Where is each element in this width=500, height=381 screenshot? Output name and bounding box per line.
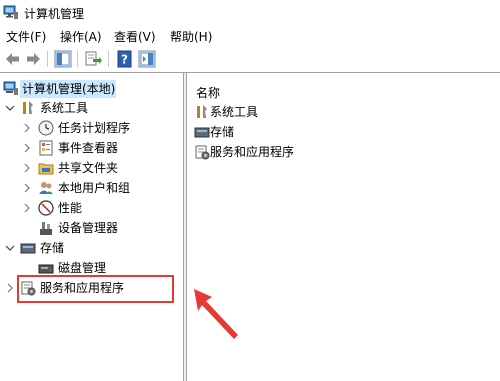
computer-management-icon [3,5,18,19]
users-icon [39,182,53,194]
system-tools-icon [23,101,33,114]
chevron-right-icon[interactable] [22,183,32,193]
annotation-arrow [194,289,238,339]
clock-icon [38,120,54,136]
chevron-right-icon[interactable] [22,143,32,153]
tree-item-disk-management[interactable]: 磁盘管理 [58,260,106,276]
tree-item-task-scheduler[interactable]: 任务计划程序 [58,120,130,136]
computer-management-icon [3,81,18,95]
highlight-box [17,275,174,303]
back-arrow-icon[interactable] [4,50,22,68]
chevron-right-icon[interactable] [22,203,32,213]
menu-view[interactable]: 查看(V) [114,28,156,45]
window-title: 计算机管理 [24,7,85,21]
services-applications-icon [195,145,210,160]
svg-text:?: ? [121,53,128,67]
toolbar-separator [77,51,78,67]
disk-management-icon [38,264,54,274]
export-list-icon[interactable] [84,50,102,68]
storage-icon [20,243,36,254]
chevron-down-icon[interactable] [5,243,15,253]
tree-item-performance[interactable]: 性能 [58,200,82,216]
chevron-right-icon[interactable] [5,283,15,293]
title-bar: 计算机管理 [0,0,500,24]
storage-icon [194,127,210,138]
system-tools-icon [197,105,207,118]
chevron-down-icon[interactable] [5,103,15,113]
chevron-right-icon[interactable] [22,123,32,133]
column-header-name[interactable]: 名称 [196,84,220,101]
forward-arrow-icon[interactable] [24,50,42,68]
tree-item-storage[interactable]: 存储 [40,240,64,256]
performance-icon [38,200,54,216]
menu-bar: 文件(F) 操作(A) 查看(V) 帮助(H) [0,26,500,46]
chevron-right-icon[interactable] [22,163,32,173]
tree-item-root[interactable]: 计算机管理(本地) [22,81,115,97]
tree-item-local-users-groups[interactable]: 本地用户和组 [58,180,130,196]
help-icon[interactable]: ? [116,50,134,68]
toolbar-separator [47,51,48,67]
show-hide-console-tree-icon[interactable] [54,50,72,68]
device-manager-icon [40,222,52,235]
toolbar: ? [0,46,500,72]
event-viewer-icon [39,140,53,156]
list-item[interactable]: 存储 [210,124,234,140]
tree-item-device-manager[interactable]: 设备管理器 [58,220,118,236]
tree-item-system-tools[interactable]: 系统工具 [40,100,88,116]
tree-item-event-viewer[interactable]: 事件查看器 [58,140,118,156]
show-hide-action-pane-icon[interactable] [138,50,156,68]
list-item[interactable]: 服务和应用程序 [210,144,294,160]
menu-file[interactable]: 文件(F) [6,28,46,45]
tree-item-shared-folders[interactable]: 共享文件夹 [58,160,118,176]
menu-help[interactable]: 帮助(H) [170,28,212,45]
shared-folder-icon [38,163,54,175]
menu-action[interactable]: 操作(A) [60,28,102,45]
toolbar-separator [108,51,109,67]
list-item[interactable]: 系统工具 [210,104,258,120]
